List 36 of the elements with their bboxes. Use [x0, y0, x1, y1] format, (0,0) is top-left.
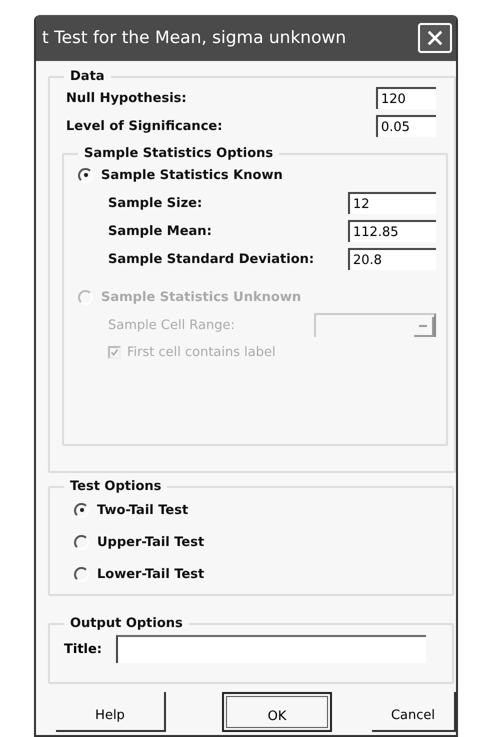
field-label: Sample Cell Range:: [108, 318, 235, 332]
input-field[interactable]: [116, 635, 426, 663]
field-label: Sample Size:: [108, 196, 202, 210]
input-field[interactable]: 12: [348, 192, 436, 214]
field-label: Sample Mean:: [108, 224, 212, 238]
field-label: Null Hypothesis:: [66, 90, 187, 106]
group-title: Output Options: [69, 616, 184, 631]
input-field[interactable]: 20.8: [348, 248, 436, 270]
range-picker-button[interactable]: [414, 317, 434, 337]
radio-button[interactable]: [74, 566, 89, 582]
field-label: Title:: [64, 642, 102, 656]
window-title: t Test for the Mean, sigma unknown: [42, 28, 346, 48]
field-label: Sample Standard Deviation:: [108, 252, 314, 266]
input-field[interactable]: 120: [376, 87, 436, 109]
group-title: Sample Statistics Options: [83, 146, 274, 161]
field-label: Level of Significance:: [66, 118, 222, 134]
radio-label: Lower-Tail Test: [97, 566, 204, 582]
radio-button[interactable]: [74, 534, 89, 550]
underscore-icon: [419, 324, 427, 328]
radio-label: Sample Statistics Known: [101, 168, 283, 182]
radio-button[interactable]: [74, 502, 89, 518]
input-field[interactable]: 0.05: [376, 115, 436, 137]
group-title: Test Options: [69, 479, 162, 494]
radio-label: Sample Statistics Unknown: [101, 290, 302, 304]
input-field[interactable]: 112.85: [348, 220, 436, 242]
group-title: Data: [69, 69, 106, 84]
checkbox-label: First cell contains label: [127, 344, 276, 360]
radio-label: Upper-Tail Test: [97, 534, 204, 550]
close-button[interactable]: [418, 23, 452, 53]
dialog-button[interactable]: Help: [56, 692, 166, 732]
close-icon: [426, 29, 444, 47]
dialog-button[interactable]: Cancel: [372, 692, 456, 732]
dialog-button[interactable]: OK: [222, 692, 332, 732]
radio-label: Two-Tail Test: [97, 502, 188, 518]
radio-button[interactable]: [78, 168, 93, 182]
range-field[interactable]: [314, 313, 436, 337]
